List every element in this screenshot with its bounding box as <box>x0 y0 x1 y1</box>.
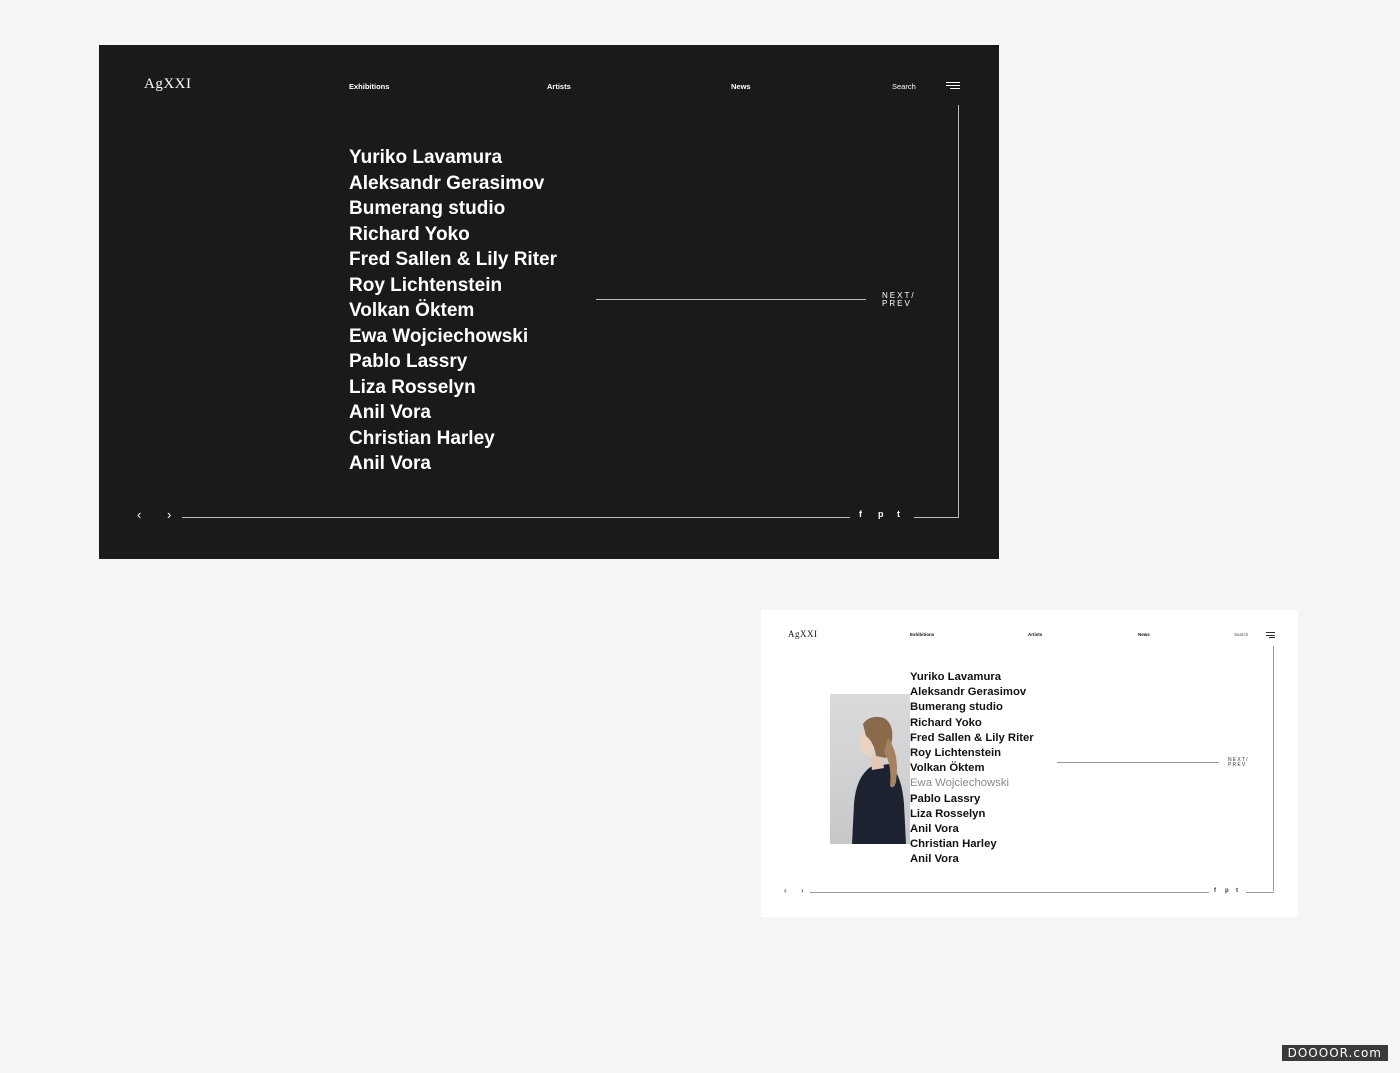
light-artists-screen: AgXXI Exhibitions Artists News Search Yu… <box>761 610 1298 917</box>
pinterest-icon[interactable]: p <box>878 510 884 519</box>
artist-item[interactable]: Christian Harley <box>349 426 557 452</box>
artist-item[interactable]: Pablo Lassry <box>910 792 1034 807</box>
bottom-right-line <box>1246 892 1274 893</box>
artist-item[interactable]: Liza Rosselyn <box>349 375 557 401</box>
artist-item[interactable]: Volkan Öktem <box>910 761 1034 776</box>
twitter-icon[interactable]: t <box>897 510 900 519</box>
artist-item[interactable]: Anil Vora <box>349 451 557 477</box>
artist-item[interactable]: Richard Yoko <box>349 222 557 248</box>
artist-item[interactable]: Yuriko Lavamura <box>349 145 557 171</box>
artist-item[interactable]: Volkan Öktem <box>349 298 557 324</box>
dark-artists-screen: AgXXI Exhibitions Artists News Search Yu… <box>99 45 999 559</box>
nav-exhibitions[interactable]: Exhibitions <box>910 632 934 637</box>
artist-item-hovered[interactable]: Ewa Wojciechowski <box>910 776 1034 791</box>
next-prev-line <box>596 299 866 300</box>
progress-line <box>810 892 1209 893</box>
next-prev-line <box>1057 762 1219 763</box>
next-arrow-icon[interactable]: › <box>801 887 804 895</box>
artist-list: Yuriko Lavamura Aleksandr Gerasimov Bume… <box>349 145 557 477</box>
artist-item[interactable]: Richard Yoko <box>910 716 1034 731</box>
artist-item[interactable]: Bumerang studio <box>910 700 1034 715</box>
bottom-right-line <box>914 517 959 518</box>
frame-right-line <box>1273 646 1274 891</box>
artist-item[interactable]: Aleksandr Gerasimov <box>349 171 557 197</box>
frame-right-line <box>958 105 959 518</box>
nav-news[interactable]: News <box>731 82 751 91</box>
site-logo[interactable]: AgXXI <box>788 629 818 639</box>
nav-artists[interactable]: Artists <box>1028 632 1042 637</box>
next-prev-button[interactable]: NEXT/ PREV <box>882 291 916 309</box>
progress-line <box>182 517 850 518</box>
artist-list: Yuriko Lavamura Aleksandr Gerasimov Bume… <box>910 670 1034 868</box>
artist-item[interactable]: Anil Vora <box>910 822 1034 837</box>
nav-exhibitions[interactable]: Exhibitions <box>349 82 389 91</box>
artist-item[interactable]: Liza Rosselyn <box>910 807 1034 822</box>
search-link[interactable]: Search <box>892 82 916 91</box>
artist-item[interactable]: Christian Harley <box>910 837 1034 852</box>
menu-icon[interactable] <box>946 82 960 91</box>
next-prev-button[interactable]: NEXT/ PREV <box>1228 757 1249 769</box>
artist-photo <box>830 694 910 844</box>
next-arrow-icon[interactable]: › <box>167 508 171 521</box>
artist-item[interactable]: Ewa Wojciechowski <box>349 324 557 350</box>
artist-item[interactable]: Anil Vora <box>349 400 557 426</box>
artist-item[interactable]: Fred Sallen & Lily Riter <box>910 731 1034 746</box>
artist-item[interactable]: Roy Lichtenstein <box>349 273 557 299</box>
twitter-icon[interactable]: t <box>1236 888 1238 894</box>
nav-artists[interactable]: Artists <box>547 82 571 91</box>
prev-arrow-icon[interactable]: ‹ <box>784 887 787 895</box>
artist-item[interactable]: Roy Lichtenstein <box>910 746 1034 761</box>
facebook-icon[interactable]: f <box>1214 888 1216 894</box>
menu-icon[interactable] <box>1266 632 1275 640</box>
artist-item[interactable]: Aleksandr Gerasimov <box>910 685 1034 700</box>
artist-portrait-image <box>852 716 906 844</box>
artist-item[interactable]: Bumerang studio <box>349 196 557 222</box>
artist-item[interactable]: Anil Vora <box>910 852 1034 867</box>
facebook-icon[interactable]: f <box>859 510 862 519</box>
nav-news[interactable]: News <box>1138 632 1150 637</box>
pinterest-icon[interactable]: p <box>1225 888 1229 894</box>
artist-item[interactable]: Yuriko Lavamura <box>910 670 1034 685</box>
watermark-badge: DOOOOR.com <box>1281 1045 1388 1061</box>
site-logo[interactable]: AgXXI <box>144 76 192 93</box>
prev-arrow-icon[interactable]: ‹ <box>137 508 141 521</box>
artist-item[interactable]: Fred Sallen & Lily Riter <box>349 247 557 273</box>
artist-item[interactable]: Pablo Lassry <box>349 349 557 375</box>
search-link[interactable]: Search <box>1234 632 1248 637</box>
